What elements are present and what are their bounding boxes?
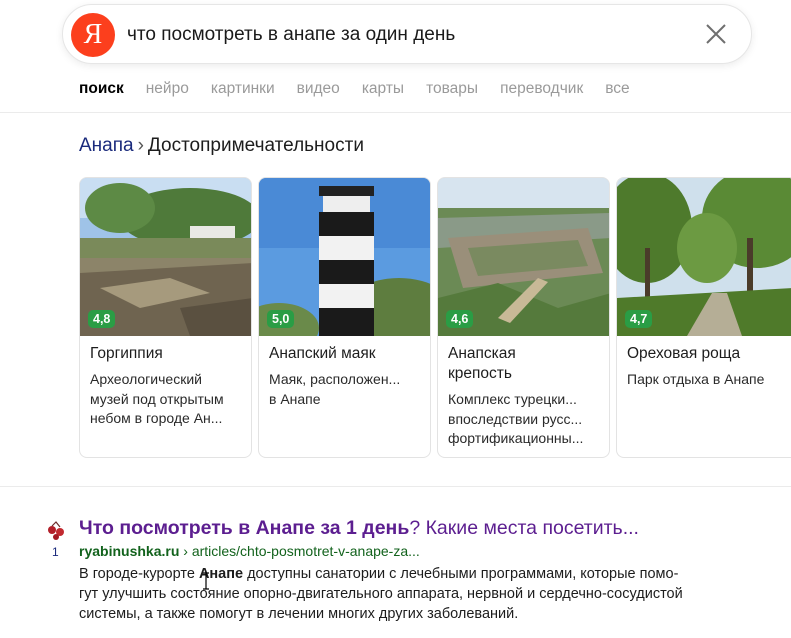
- attraction-title: Ореховая роща: [627, 345, 741, 362]
- result-title-rest: ? Какие места посетить...: [409, 517, 639, 539]
- result-rank: 1: [52, 545, 59, 559]
- breadcrumb-city-link[interactable]: Анапа: [79, 135, 134, 156]
- snippet-line: системы, а также помогут в лечении многи…: [79, 606, 519, 622]
- description-line: Маяк, расположен...: [269, 371, 401, 387]
- description-line: музей под открытым: [90, 390, 224, 407]
- tab-neuro[interactable]: нейро: [146, 79, 189, 99]
- title-line: Анапская: [448, 345, 516, 362]
- rating-badge: 4,6: [446, 310, 474, 328]
- snippet-line: гут улучшить состояние опорно-двигательн…: [79, 586, 683, 602]
- description-line: Комплекс турецки...: [448, 391, 577, 407]
- breadcrumb-separator: ›: [137, 135, 144, 156]
- snippet-line: В городе-курорте Анапе доступны санатори…: [79, 564, 739, 584]
- result-url[interactable]: ryabinushka.ru › articles/chto-posmotret…: [79, 543, 420, 559]
- tabs-divider: [0, 112, 791, 113]
- description-line: впоследствии русс...: [448, 410, 583, 427]
- tab-images[interactable]: картинки: [211, 79, 275, 99]
- attraction-card-fortress[interactable]: 4,6 Анапская крепость Комплекс турецки..…: [437, 177, 610, 458]
- tab-translator[interactable]: переводчик: [500, 79, 583, 99]
- attraction-photo: 4,6: [438, 178, 609, 336]
- attraction-card-lighthouse[interactable]: 5,0 Анапский маяк Маяк, расположен... в …: [258, 177, 431, 458]
- title-line: крепость: [448, 365, 512, 382]
- rating-badge: 5,0: [267, 310, 295, 328]
- text-cursor-icon: [202, 572, 210, 590]
- result-snippet: В городе-курорте Анапе доступны санатори…: [79, 564, 739, 624]
- description-line: Парк отдыха в Анапе: [627, 371, 765, 387]
- attraction-photo: 4,8: [80, 178, 251, 336]
- site-favicon-icon: [46, 520, 66, 540]
- attraction-title: Анапская крепость: [438, 336, 609, 384]
- section-divider: [0, 486, 791, 487]
- search-input[interactable]: [127, 17, 687, 53]
- tab-products[interactable]: товары: [426, 79, 478, 99]
- search-bar: Я: [62, 4, 752, 64]
- attractions-carousel: 4,8 Горгиппия Археологический музей под …: [79, 177, 791, 458]
- yandex-logo[interactable]: Я: [71, 13, 115, 57]
- breadcrumb-section[interactable]: Достопримечательности: [148, 135, 364, 156]
- clear-icon[interactable]: [703, 21, 729, 47]
- description-line: в Анапе: [269, 390, 321, 407]
- result-title-link[interactable]: Что посмотреть в Анапе за 1 день? Какие …: [79, 517, 639, 540]
- tab-video[interactable]: видео: [297, 79, 340, 99]
- attraction-description: Археологический музей под открытым небом…: [80, 364, 251, 429]
- attraction-description: Комплекс турецки... впоследствии русс...…: [438, 384, 609, 449]
- tab-search[interactable]: поиск: [79, 79, 124, 99]
- result-path[interactable]: › articles/chto-posmotret-v-anape-za...: [183, 543, 420, 559]
- search-tabs: поиск нейро картинки видео карты товары …: [79, 79, 652, 99]
- description-line: фортификационны...: [448, 430, 584, 446]
- breadcrumb: Анапа › Достопримечательности: [79, 135, 364, 157]
- result-domain[interactable]: ryabinushka.ru: [79, 543, 179, 559]
- rating-badge: 4,7: [625, 310, 653, 328]
- snippet-text: В городе-курорте: [79, 566, 199, 582]
- attraction-description: Парк отдыха в Анапе: [617, 364, 791, 390]
- tab-maps[interactable]: карты: [362, 79, 404, 99]
- snippet-text: доступны санатории с лечебными программа…: [243, 566, 679, 582]
- description-line: Археологический: [90, 371, 202, 387]
- description-line: небом в городе Ан...: [90, 410, 223, 426]
- rating-badge: 4,8: [88, 310, 116, 328]
- attraction-title: Горгиппия: [90, 345, 163, 362]
- attraction-title: Анапский маяк: [269, 345, 376, 362]
- result-title-main: Что посмотреть в Анапе за 1 день: [79, 517, 410, 539]
- tab-all[interactable]: все: [605, 79, 629, 99]
- attraction-description: Маяк, расположен... в Анапе: [259, 364, 430, 409]
- attraction-photo: 4,7: [617, 178, 791, 336]
- attraction-card-gorgippia[interactable]: 4,8 Горгиппия Археологический музей под …: [79, 177, 252, 458]
- attraction-photo: 5,0: [259, 178, 430, 336]
- attraction-card-walnut-grove[interactable]: 4,7 Ореховая роща Парк отдыха в Анапе: [616, 177, 791, 458]
